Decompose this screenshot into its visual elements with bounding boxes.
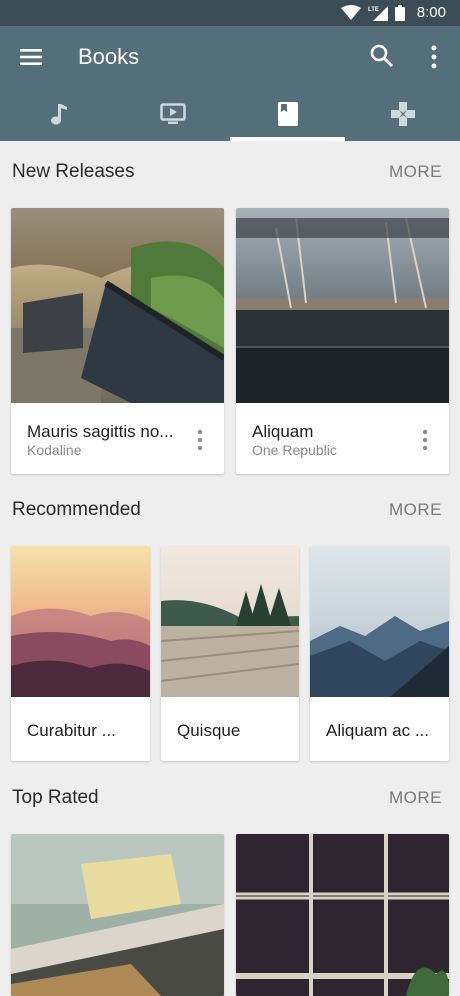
top-rated-more-button[interactable]: MORE (389, 785, 442, 811)
cellular-signal-icon: LTE (368, 6, 388, 21)
book-card-aliquam[interactable]: Aliquam One Republic (236, 208, 449, 474)
card-overflow-icon[interactable] (195, 429, 205, 451)
card-overflow-icon[interactable] (420, 429, 430, 451)
card-title: Aliquam (252, 422, 314, 441)
book-card-top-rated-1[interactable] (11, 834, 224, 996)
card-subtitle: One Republic (252, 442, 337, 458)
page-title: Books (78, 44, 140, 69)
status-time: 8:00 (416, 4, 446, 21)
book-card-curabitur[interactable]: Curabitur ... (11, 546, 150, 761)
card-subtitle: Kodaline (27, 442, 82, 458)
menu-icon[interactable] (18, 44, 44, 70)
battery-icon (394, 5, 405, 21)
overflow-menu-icon[interactable] (424, 43, 444, 71)
new-releases-more-button[interactable]: MORE (389, 159, 442, 185)
recommended-more-button[interactable]: MORE (389, 497, 442, 523)
card-image-mountains (310, 546, 449, 697)
network-label: LTE (368, 7, 379, 13)
section-title-new-releases: New Releases (12, 161, 135, 182)
tab-bar (0, 86, 460, 141)
app-bar: Books (0, 26, 460, 141)
book-card-top-rated-2[interactable] (236, 834, 449, 996)
tv-play-icon (159, 102, 186, 124)
card-image-desk-papers (11, 834, 224, 996)
book-icon (277, 101, 298, 126)
status-bar: LTE 8:00 (0, 0, 460, 26)
card-image-loom (236, 208, 449, 403)
tab-video[interactable] (115, 86, 230, 141)
card-image-pier-forest (161, 546, 299, 697)
wifi-icon (340, 5, 361, 20)
card-image-park-bench (11, 208, 224, 403)
card-title: Quisque (177, 721, 241, 740)
gamepad-icon (390, 101, 415, 126)
book-card-quisque[interactable]: Quisque (161, 546, 299, 761)
tab-music[interactable] (0, 86, 115, 141)
tab-games[interactable] (345, 86, 460, 141)
card-image-window (236, 834, 449, 996)
music-note-icon (50, 103, 67, 124)
book-card-aliquam-ac[interactable]: Aliquam ac ... (310, 546, 449, 761)
section-title-top-rated: Top Rated (12, 787, 99, 808)
search-icon[interactable] (369, 43, 395, 69)
card-title: Aliquam ac ... (326, 721, 429, 740)
tab-books[interactable] (230, 86, 345, 141)
book-card-mauris[interactable]: Mauris sagittis no... Kodaline (11, 208, 224, 474)
card-title: Curabitur ... (27, 721, 116, 740)
card-title: Mauris sagittis no... (27, 422, 174, 441)
section-title-recommended: Recommended (12, 499, 141, 520)
card-image-sunset-hills (11, 546, 150, 697)
